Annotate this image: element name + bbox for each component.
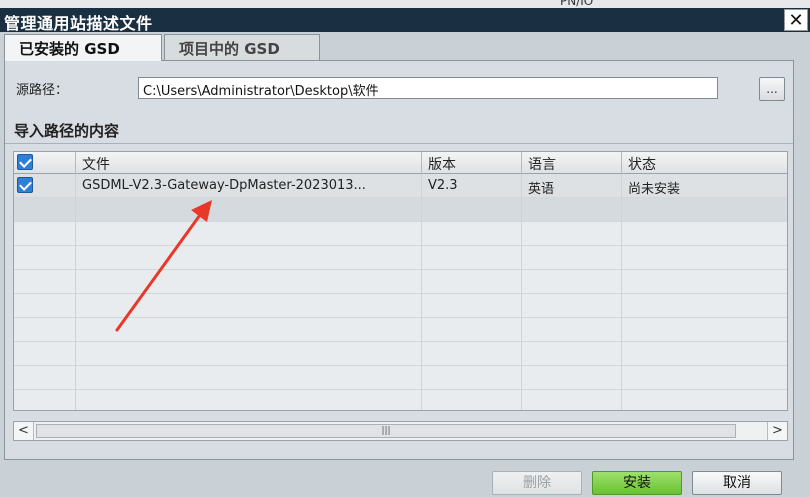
empty-cell: [522, 366, 622, 390]
install-button[interactable]: 安装: [592, 471, 682, 495]
row-select-cell: [14, 174, 76, 198]
delete-button[interactable]: 删除: [492, 471, 582, 495]
empty-row: [14, 246, 787, 270]
row-language: 英语: [522, 174, 622, 198]
section-title: 导入路径的内容: [14, 122, 120, 140]
source-path-input[interactable]: C:\Users\Administrator\Desktop\软件: [138, 77, 718, 99]
empty-cell: [14, 294, 76, 318]
empty-cell: [522, 294, 622, 318]
horizontal-scrollbar[interactable]: < ||| >: [13, 421, 788, 441]
empty-cell: [422, 318, 522, 342]
scroll-right-icon[interactable]: >: [767, 422, 787, 440]
tab-project-gsd[interactable]: 项目中的 GSD: [164, 34, 320, 60]
section-divider: [5, 143, 793, 144]
empty-cell: [522, 198, 622, 222]
empty-cell: [14, 270, 76, 294]
empty-cell: [422, 294, 522, 318]
empty-cell: [14, 390, 76, 410]
column-header-file[interactable]: 文件: [76, 152, 422, 174]
empty-cell: [422, 366, 522, 390]
empty-cell: [522, 390, 622, 410]
empty-row: [14, 318, 787, 342]
empty-row: [14, 198, 787, 222]
scroll-left-icon[interactable]: <: [14, 422, 34, 440]
row-status: 尚未安装: [628, 182, 681, 197]
empty-cell: [76, 366, 422, 390]
gsd-file-table: 文件 版本 语言 状态 GSDML-V2.3-Gateway-DpMaster-…: [13, 151, 788, 411]
tab-installed-gsd[interactable]: 已安装的 GSD: [4, 34, 162, 61]
empty-cell: [76, 318, 422, 342]
source-path-label: 源路径：: [16, 83, 69, 98]
checkbox-checked-icon[interactable]: [17, 177, 33, 193]
background-partial-text: PN/IO: [560, 0, 594, 8]
cancel-button[interactable]: 取消: [692, 471, 782, 495]
empty-cell: [422, 390, 522, 410]
title-bar: 管理通用站描述文件 ✕: [0, 8, 810, 33]
empty-cell: [422, 222, 522, 246]
empty-cell: [14, 342, 76, 366]
header-select-cell: [14, 152, 76, 174]
row-version: V2.3: [422, 174, 522, 198]
empty-row: [14, 366, 787, 390]
empty-cell: [76, 198, 422, 222]
checkbox-checked-icon[interactable]: [17, 154, 33, 170]
empty-cell: [76, 294, 422, 318]
empty-cell: [14, 222, 76, 246]
empty-cell: [522, 246, 622, 270]
row-file-name: GSDML-V2.3-Gateway-DpMaster-2023013...: [76, 174, 422, 198]
empty-row: [14, 222, 787, 246]
column-header-version[interactable]: 版本: [422, 152, 522, 174]
table-header: 文件 版本 语言 状态: [14, 152, 787, 174]
empty-cell: [522, 342, 622, 366]
empty-cell: [522, 270, 622, 294]
empty-cell: [622, 198, 787, 222]
empty-cell: [76, 222, 422, 246]
empty-cell: [14, 318, 76, 342]
empty-row: [14, 390, 787, 410]
background-window: PN/IO: [0, 0, 810, 8]
empty-cell: [76, 342, 422, 366]
tab-content: 源路径： C:\Users\Administrator\Desktop\软件 .…: [4, 60, 794, 460]
dialog-title: 管理通用站描述文件: [4, 14, 153, 33]
empty-cell: [14, 246, 76, 270]
manage-gsd-dialog: 管理通用站描述文件 ✕ 已安装的 GSD 项目中的 GSD 源路径： C:\Us…: [0, 8, 810, 497]
empty-cell: [522, 222, 622, 246]
empty-cell: [76, 390, 422, 410]
empty-cell: [422, 342, 522, 366]
empty-cell: [76, 246, 422, 270]
empty-cell: [422, 246, 522, 270]
empty-row: [14, 294, 787, 318]
empty-cell: [14, 198, 76, 222]
column-header-status[interactable]: 状态: [622, 152, 787, 174]
empty-cell: [422, 270, 522, 294]
scroll-thumb[interactable]: |||: [36, 424, 736, 438]
empty-row: [14, 342, 787, 366]
column-header-language[interactable]: 语言: [522, 152, 622, 174]
empty-row: [14, 270, 787, 294]
close-icon[interactable]: ✕: [784, 9, 808, 31]
table-row[interactable]: GSDML-V2.3-Gateway-DpMaster-2023013... V…: [14, 174, 787, 198]
empty-cell: [422, 198, 522, 222]
browse-button[interactable]: ...: [759, 77, 785, 101]
empty-cell: [522, 318, 622, 342]
empty-cell: [76, 270, 422, 294]
empty-cell: [14, 366, 76, 390]
